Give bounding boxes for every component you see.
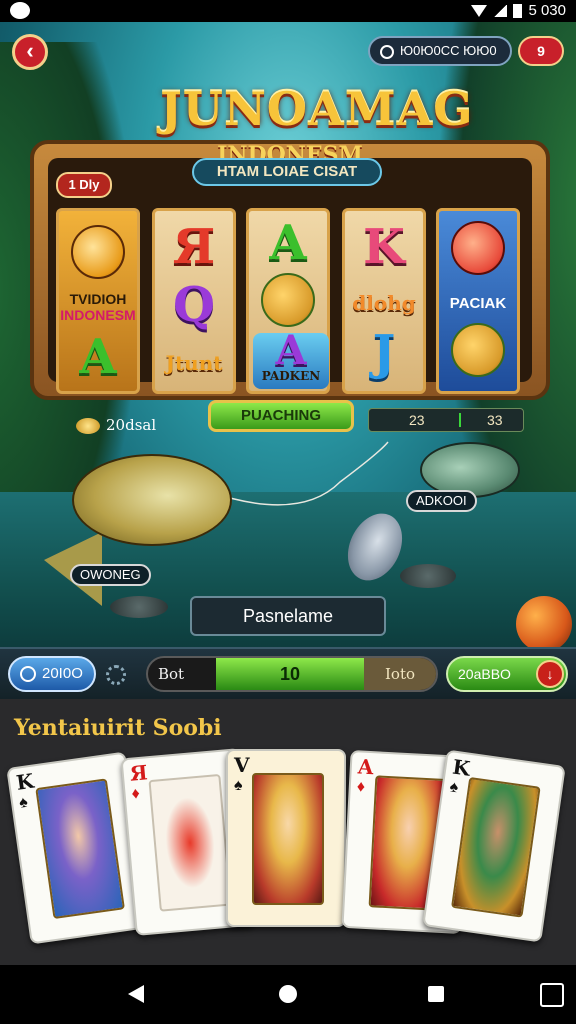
bet-value: 10 [279,664,301,684]
spade-icon: ♠ [234,777,243,794]
nav-back-icon[interactable] [128,985,144,1003]
status-icons: 5 030 [471,2,566,19]
balance-button[interactable]: 20I0O [8,656,96,692]
app-icon [10,2,30,19]
game-scene: ‹ Ю0Ю0СС ЮЮ0 9 JUNOAMAG INDONESM 1 Dly H… [0,22,576,647]
card-rank: A [357,754,375,780]
win-button[interactable]: 20aBBO ↓ [446,656,568,692]
diamond-icon: ♦ [356,778,366,796]
gear-icon[interactable] [106,665,126,685]
play-button[interactable]: Pasnelame [190,596,386,636]
corner-qr-icon[interactable] [540,983,564,1007]
battery-icon [513,3,523,18]
card-section-title: Yentaiuirit Soobi [14,715,222,741]
playing-card[interactable]: K ♠ [422,749,566,943]
navigation-bar [0,965,576,1024]
bet-total: Ioto [364,658,436,690]
card-art-diamonds [148,773,232,912]
spade-icon: ♠ [18,793,29,812]
diamond-icon: ♦ [130,785,141,803]
win-value: 20aBBO [458,666,511,682]
status-time: 5 030 [528,2,566,19]
card-rank: Я [128,760,149,786]
card-art-king [252,773,324,905]
big-fish[interactable] [72,454,232,546]
spade-icon: ♠ [448,778,460,797]
rock [400,564,456,588]
orange-orb[interactable] [516,596,572,647]
card-rank: V [234,753,250,777]
bet-slider[interactable]: Bot 10 Ioto [146,656,438,692]
fish-label-left: OWONEG [70,564,151,586]
card-art-queen [35,778,125,920]
nav-recents-icon[interactable] [428,986,444,1002]
control-bar: 20I0O Bot 10 Ioto 20aBBO ↓ [0,647,576,699]
balance-value: 20I0O [42,665,83,682]
arrow-down-icon[interactable]: ↓ [536,660,564,688]
status-bar: 5 030 [0,0,576,22]
rock [110,596,168,618]
signal-icon [493,4,508,17]
nav-home-icon[interactable] [279,985,297,1003]
playing-card[interactable]: V ♠ [226,749,346,927]
bet-label: Bot [158,665,185,683]
card-rank: K [450,754,472,781]
fish-label-right: ADKOOI [406,490,477,512]
card-section: Yentaiuirit Soobi K ♠ Я ♦ V ♠ A ♦ K ♠ [0,699,576,965]
card-rank: K [14,768,36,795]
coin-icon [20,666,36,683]
wifi-icon [471,4,488,17]
card-art-turban [451,776,541,918]
